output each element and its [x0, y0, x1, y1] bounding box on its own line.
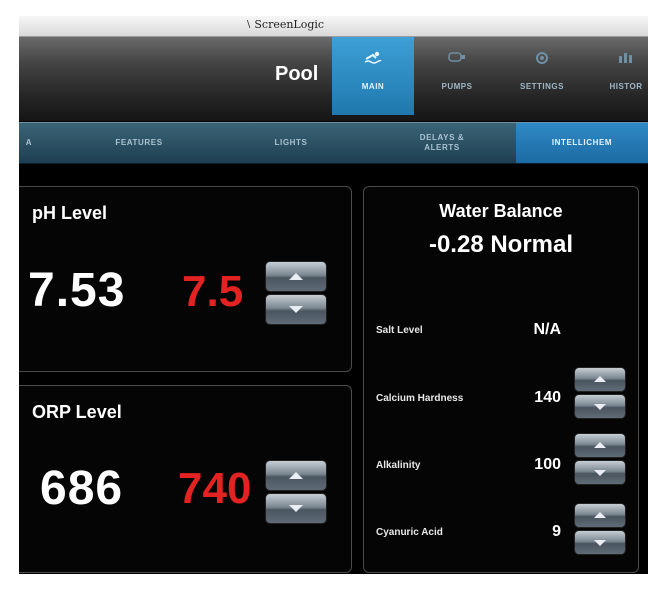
- calcium-hardness-increase-button[interactable]: [574, 367, 626, 392]
- sub-nav: A FEATURES LIGHTS DELAYS & ALERTS INTELLI…: [19, 122, 648, 164]
- tab-partial[interactable]: A: [19, 123, 39, 163]
- arrow-down-icon: [594, 403, 606, 410]
- orp-setpoint-value: 740: [178, 464, 252, 513]
- alkalinity-value: 100: [534, 456, 561, 473]
- tab-delays-label: DELAYS &: [419, 133, 465, 142]
- nav-settings-button[interactable]: SETTINGS: [501, 37, 583, 115]
- cyanuric-acid-stepper: [574, 503, 626, 555]
- arrow-down-icon: [594, 539, 606, 546]
- title-bar: ∖ ScreenLogic: [19, 16, 648, 37]
- orp-increase-button[interactable]: [265, 460, 327, 491]
- water-balance-value: -0.28 Normal: [428, 231, 574, 258]
- tab-features[interactable]: FEATURES: [79, 123, 199, 163]
- alkalinity-label: Alkalinity: [376, 460, 421, 471]
- nav-history-label: HISTOR: [609, 82, 643, 91]
- nav-pumps-label: PUMPS: [441, 82, 473, 91]
- calcium-hardness-decrease-button[interactable]: [574, 394, 626, 419]
- history-chart-icon: [585, 50, 648, 66]
- tab-lights[interactable]: LIGHTS: [231, 123, 351, 163]
- nav-settings-label: SETTINGS: [519, 82, 564, 91]
- alkalinity-increase-button[interactable]: [574, 433, 626, 458]
- arrow-up-icon: [594, 376, 606, 383]
- arrow-down-icon: [594, 469, 606, 476]
- alkalinity-decrease-button[interactable]: [574, 460, 626, 485]
- calcium-hardness-label: Calcium Hardness: [376, 393, 464, 404]
- ph-title: pH Level: [32, 203, 108, 223]
- arrow-up-icon: [289, 471, 303, 479]
- arrow-down-icon: [289, 505, 303, 513]
- salt-level-value: N/A: [533, 321, 561, 338]
- ph-panel: pH Level 7.53 7.5: [19, 186, 352, 372]
- arrow-up-icon: [594, 442, 606, 449]
- screenlogic-logo-icon: ∖: [245, 20, 252, 31]
- orp-stepper: [265, 460, 327, 524]
- nav-pumps-button[interactable]: PUMPS: [416, 37, 498, 115]
- ph-decrease-button[interactable]: [265, 294, 327, 325]
- gear-icon: [501, 50, 583, 66]
- cyanuric-acid-decrease-button[interactable]: [574, 530, 626, 555]
- cyanuric-acid-label: Cyanuric Acid: [376, 527, 443, 538]
- arrow-up-icon: [289, 272, 303, 280]
- tab-alerts-label: ALERTS: [424, 143, 460, 152]
- orp-title: ORP Level: [32, 402, 122, 422]
- swimmer-icon: [332, 50, 414, 66]
- cyanuric-acid-value: 9: [552, 523, 561, 540]
- orp-decrease-button[interactable]: [265, 493, 327, 524]
- pump-icon: [416, 50, 498, 66]
- salt-level-label: Salt Level: [376, 325, 423, 336]
- ph-stepper: [265, 261, 327, 325]
- water-balance-panel: Water Balance -0.28 Normal Salt Level N/…: [363, 186, 639, 573]
- screenlogic-app: ∖ ScreenLogic Pool MAIN PUMPS SETTINGS H…: [19, 16, 648, 574]
- orp-panel: ORP Level 686 740: [19, 385, 352, 573]
- nav-main-button[interactable]: MAIN: [332, 37, 414, 115]
- page-title: Pool: [275, 63, 319, 85]
- nav-main-label: MAIN: [361, 82, 385, 91]
- cyanuric-acid-increase-button[interactable]: [574, 503, 626, 528]
- ph-setpoint-value: 7.5: [182, 267, 244, 316]
- ph-increase-button[interactable]: [265, 261, 327, 292]
- calcium-hardness-value: 140: [534, 389, 561, 406]
- top-nav: Pool MAIN PUMPS SETTINGS HISTOR: [19, 37, 648, 121]
- water-balance-title: Water Balance: [439, 201, 563, 221]
- tab-intellichem[interactable]: INTELLICHEM: [516, 123, 648, 163]
- arrow-down-icon: [289, 306, 303, 314]
- ph-current-value: 7.53: [28, 264, 126, 317]
- orp-current-value: 686: [40, 462, 124, 515]
- window-title: ScreenLogic: [254, 18, 325, 31]
- nav-history-button[interactable]: HISTOR: [585, 37, 648, 115]
- alkalinity-stepper: [574, 433, 626, 485]
- tab-delays-alerts[interactable]: DELAYS & ALERTS: [367, 123, 517, 163]
- calcium-hardness-stepper: [574, 367, 626, 419]
- arrow-up-icon: [594, 512, 606, 519]
